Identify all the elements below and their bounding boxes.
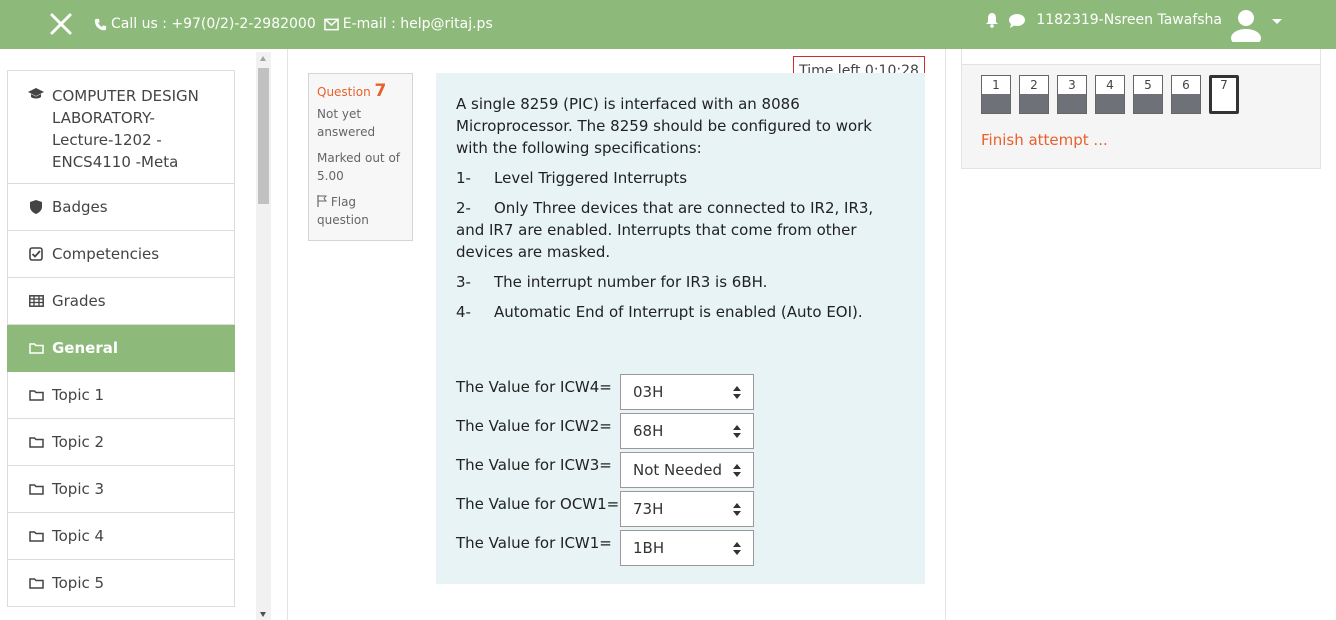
select-arrows-icon [733,503,741,517]
answer-row-icw1: The Value for ICW1= 1BH [456,530,754,566]
select-arrows-icon [733,464,741,478]
quiz-nav-button-1[interactable]: 1 [981,75,1011,114]
scroll-up-icon[interactable] [260,56,266,61]
spec-item: 4- Automatic End of Interrupt is enabled… [456,303,863,321]
sidebar-item-label: General [52,339,118,357]
close-icon[interactable] [47,10,75,38]
answer-label: The Value for ICW3= [456,456,612,474]
question-info-panel: Question 7 Not yet answered Marked out o… [308,73,413,241]
user-name[interactable]: 1182319-Nsreen Tawafsha [1036,12,1222,28]
question-state: Not yet answered [317,107,376,139]
scrollbar-thumb[interactable] [258,68,269,204]
divider [945,49,946,620]
icw2-select[interactable]: 68H [620,413,754,449]
shield-icon [28,200,44,214]
spec-item: 3- The interrupt number for IR3 is 6BH. [456,273,768,291]
sidebar-item-badges[interactable]: Badges [7,184,235,231]
flag-icon [317,195,328,207]
sidebar-item-competencies[interactable]: Competencies [7,231,235,278]
sidebar-item-label: Topic 3 [52,480,105,498]
table-icon [28,295,44,307]
sidebar-item-topic-3[interactable]: Topic 3 [7,466,235,513]
spec-item: 2- Only Three devices that are connected … [456,199,874,261]
sidebar-item-course[interactable]: COMPUTER DESIGN LABORATORY- Lecture-1202… [7,70,235,184]
sidebar-item-label: Grades [52,292,106,310]
contact-email[interactable]: E-mail : help@ritaj.ps [343,16,493,32]
question-number: Question 7 [317,81,387,101]
folder-icon [28,577,44,589]
folder-icon [28,483,44,495]
sidebar-item-topic-1[interactable]: Topic 1 [7,372,235,419]
sidebar-item-topic-4[interactable]: Topic 4 [7,513,235,560]
select-arrows-icon [733,542,741,556]
user-menu: 1182319-Nsreen Tawafsha [984,12,1222,28]
icw1-select[interactable]: 1BH [620,530,754,566]
answer-row-icw4: The Value for ICW4= 03H [456,374,754,410]
quiz-navigation: 1 2 3 4 5 6 7 Finish attempt ... [961,65,1321,169]
contact-info: Call us : +97(0/2)-2-2982000 E-mail : he… [94,16,493,32]
contact-phone: Call us : +97(0/2)-2-2982000 [111,16,316,32]
sidebar-item-label: Topic 5 [52,574,105,592]
sidebar-item-general[interactable]: General [7,325,235,372]
checkbox-icon [28,247,44,261]
sidebar-item-label: Topic 4 [52,527,105,545]
quiz-nav-button-5[interactable]: 5 [1133,75,1163,114]
folder-icon [28,389,44,401]
question-text: A single 8259 (PIC) is interfaced with a… [456,95,872,157]
quiz-nav-button-2[interactable]: 2 [1019,75,1049,114]
select-arrows-icon [733,425,741,439]
select-arrows-icon [733,386,741,400]
answer-label: The Value for ICW2= [456,417,612,435]
sidebar-item-grades[interactable]: Grades [7,278,235,325]
question-buttons: 1 2 3 4 5 6 7 [981,75,1239,114]
sidebar-scrollbar[interactable] [256,52,271,620]
folder-icon [28,342,44,354]
finish-attempt-link[interactable]: Finish attempt ... [981,131,1108,149]
sidebar-item-label: Topic 1 [52,386,105,404]
answer-label: The Value for OCW1= [456,495,620,513]
answer-row-ocw1: The Value for OCW1= 73H [456,491,754,527]
bell-icon[interactable] [984,12,1000,28]
folder-icon [28,436,44,448]
sidebar-item-label: Topic 2 [52,433,105,451]
quiz-nav-button-7[interactable]: 7 [1209,75,1239,114]
folder-icon [28,530,44,542]
chat-icon[interactable] [1008,13,1026,28]
course-sidebar: COMPUTER DESIGN LABORATORY- Lecture-1202… [7,70,235,607]
icw3-select[interactable]: Not Needed [620,452,754,488]
ocw1-select[interactable]: 73H [620,491,754,527]
graduation-cap-icon [28,88,44,100]
sidebar-item-topic-2[interactable]: Topic 2 [7,419,235,466]
scroll-down-icon[interactable] [260,612,266,617]
answer-row-icw2: The Value for ICW2= 68H [456,413,754,449]
sidebar-item-label: Badges [52,198,108,216]
phone-icon [94,18,107,30]
answer-row-icw3: The Value for ICW3= Not Needed [456,452,754,488]
icw4-select[interactable]: 03H [620,374,754,410]
answer-label: The Value for ICW4= [456,378,612,396]
sidebar-item-topic-5[interactable]: Topic 5 [7,560,235,607]
spec-item: 1- Level Triggered Interrupts [456,169,688,187]
answer-label: The Value for ICW1= [456,534,612,552]
question-grade: Marked out of 5.00 [317,151,401,183]
quiz-nav-button-3[interactable]: 3 [1057,75,1087,114]
quiz-nav-button-6[interactable]: 6 [1171,75,1201,114]
avatar[interactable] [1228,6,1264,42]
quiz-nav-header [961,49,1321,65]
top-navbar: Call us : +97(0/2)-2-2982000 E-mail : he… [0,0,1336,49]
quiz-nav-button-4[interactable]: 4 [1095,75,1125,114]
sidebar-item-label: Competencies [52,245,160,263]
divider [287,49,288,620]
flag-question-link[interactable]: Flag question [317,193,404,229]
envelope-icon [323,18,339,30]
course-title: COMPUTER DESIGN LABORATORY- Lecture-1202… [52,87,199,171]
chevron-down-icon[interactable] [1272,19,1282,24]
